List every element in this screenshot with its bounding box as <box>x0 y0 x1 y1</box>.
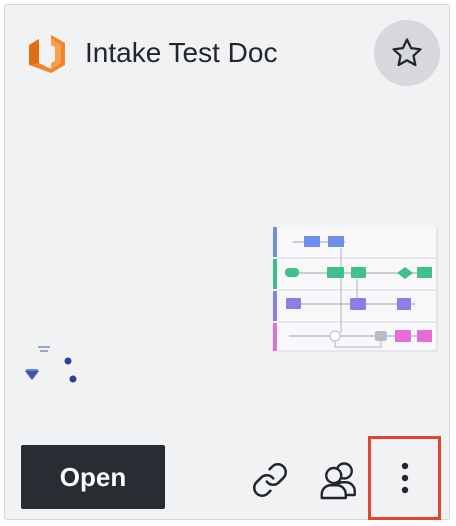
lucid-logo-icon <box>29 35 65 73</box>
document-title: Intake Test Doc <box>85 37 278 68</box>
favorite-button[interactable] <box>374 20 440 86</box>
document-card[interactable]: Intake Test Doc Open <box>4 4 450 520</box>
document-thumbnail <box>25 227 438 383</box>
users-icon <box>320 462 356 500</box>
link-icon <box>253 463 287 497</box>
star-icon <box>392 38 422 67</box>
thumbnail-swimlane-diagram <box>273 227 438 352</box>
thumbnail-left-fragment <box>25 346 77 383</box>
share-button[interactable] <box>311 455 367 505</box>
open-button[interactable]: Open <box>21 445 165 509</box>
more-options-button[interactable] <box>368 436 441 520</box>
more-vertical-icon <box>401 462 408 494</box>
copy-link-button[interactable] <box>245 455 295 505</box>
